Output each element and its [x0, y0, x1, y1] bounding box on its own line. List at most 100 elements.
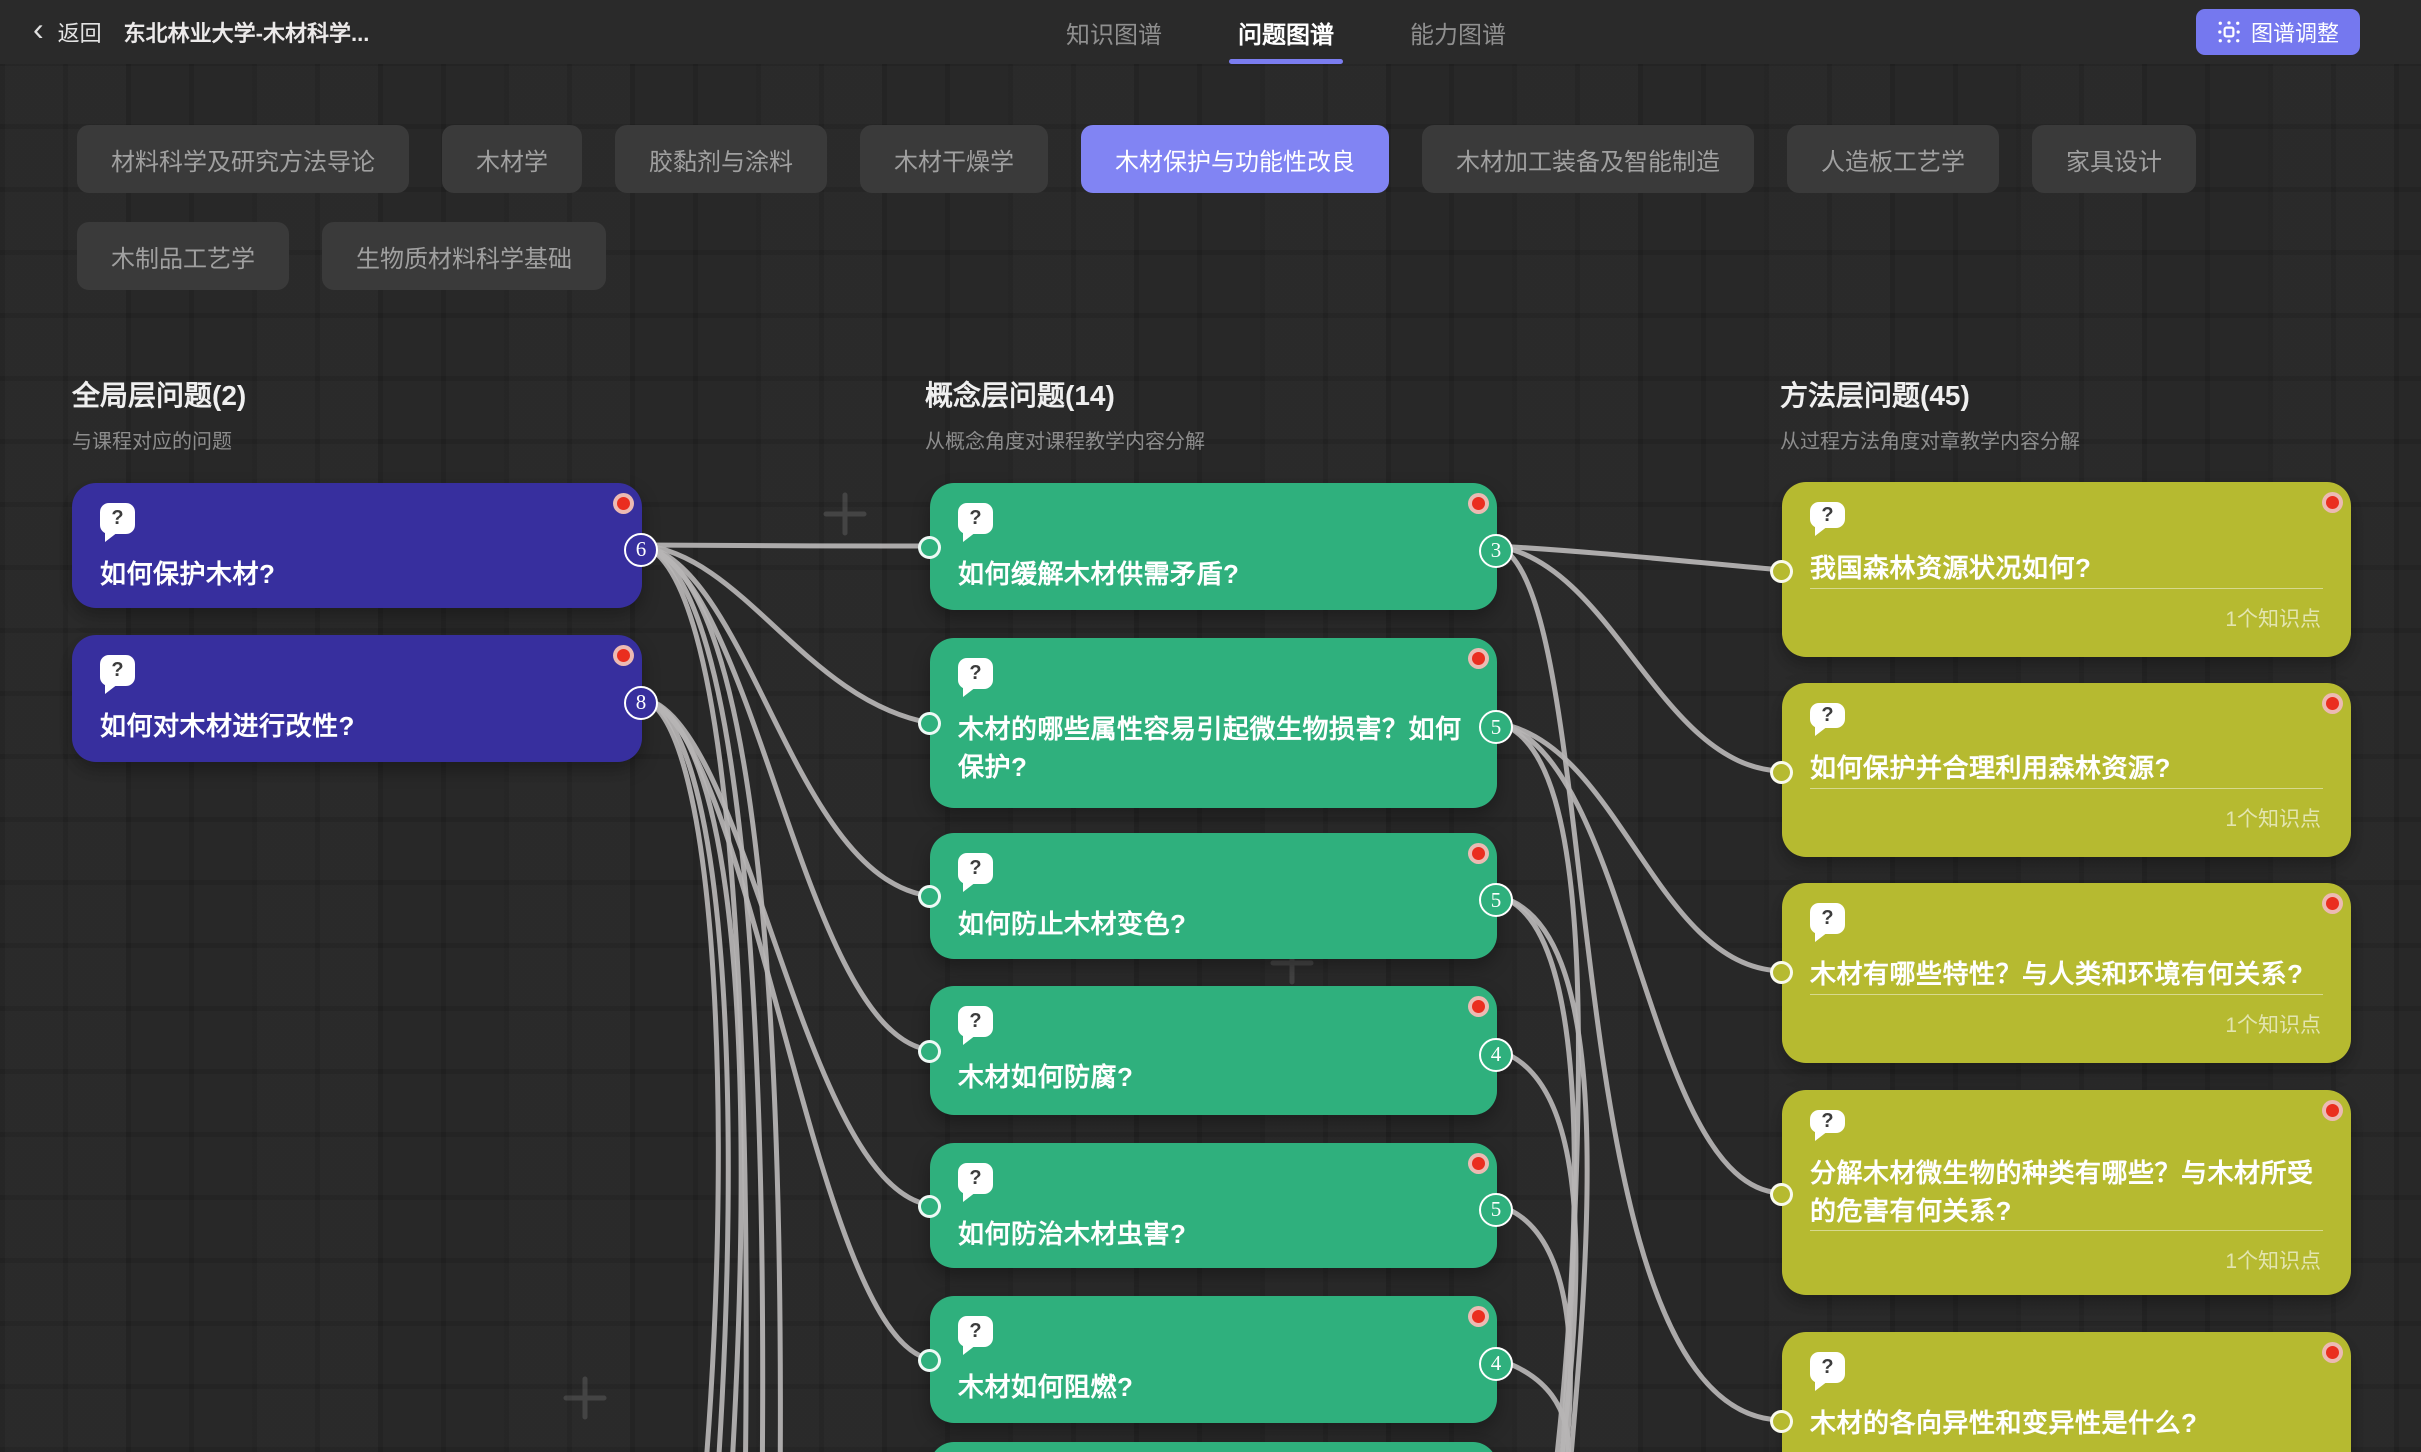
status-dot [2322, 693, 2343, 714]
question-card-method[interactable]: 分解木材微生物的种类有哪些？与木材所受的危害有何关系? 1个知识点 [1782, 1090, 2351, 1295]
adjust-tune-icon [2217, 20, 2241, 44]
question-card-method[interactable]: 木材有哪些特性？与人类和环境有何关系? 1个知识点 [1782, 883, 2351, 1063]
question-bubble-icon [958, 1163, 993, 1194]
column-header-method: 方法层问题(45) 从过程方法角度对章教学内容分解 [1780, 374, 2080, 454]
graph-tabs: 知识图谱 问题图谱 能力图谱 [1066, 0, 1506, 64]
question-graph-page: ‹ 返回 东北林业大学-木材科学... 知识图谱 问题图谱 能力图谱 [0, 0, 2421, 1452]
course-chip[interactable]: 木材干燥学 [860, 125, 1048, 193]
question-bubble-icon [1810, 1352, 1845, 1383]
in-port [918, 885, 941, 908]
back-button[interactable]: ‹ 返回 东北林业大学-木材科学... [33, 0, 369, 64]
status-dot [1468, 1306, 1489, 1327]
course-chip[interactable]: 木材学 [442, 125, 582, 193]
question-card-concept[interactable]: 木材如何阻燃? 4 [930, 1296, 1497, 1423]
count-badge[interactable]: 6 [624, 533, 658, 567]
graph-adjust-button[interactable]: 图谱调整 [2196, 9, 2360, 55]
course-chip-selected[interactable]: 木材保护与功能性改良 [1081, 125, 1389, 193]
question-card-concept[interactable]: 木材如何防腐? 4 [930, 986, 1497, 1115]
in-port [918, 1040, 941, 1063]
status-dot [1468, 1153, 1489, 1174]
question-bubble-icon [958, 853, 993, 884]
in-port [918, 1195, 941, 1218]
column-title: 全局层问题(2) [72, 374, 246, 414]
course-chip-row: 材料科学及研究方法导论 木材学 胶黏剂与涂料 木材干燥学 木材保护与功能性改良 … [77, 125, 2367, 290]
card-title: 我国森林资源状况如何? [1810, 550, 2323, 588]
edges-concept-to-method [1497, 546, 1782, 1452]
column-title: 概念层问题(14) [925, 374, 1205, 414]
status-dot [613, 645, 634, 666]
course-chip[interactable]: 家具设计 [2032, 125, 2196, 193]
knowledge-point-count: 1个知识点 [1810, 995, 2323, 1043]
column-title: 方法层问题(45) [1780, 374, 2080, 414]
course-chip[interactable]: 人造板工艺学 [1787, 125, 1999, 193]
card-title: 木材有哪些特性？与人类和环境有何关系? [1810, 956, 2323, 994]
question-card-method[interactable]: 如何保护并合理利用森林资源? 1个知识点 [1782, 683, 2351, 857]
in-port [1770, 761, 1793, 784]
column-subtitle: 从过程方法角度对章教学内容分解 [1780, 425, 2080, 454]
tab-knowledge-graph[interactable]: 知识图谱 [1066, 0, 1162, 64]
question-card-concept[interactable]: 如何防治木材虫害? 5 [930, 1143, 1497, 1268]
card-title: 木材的哪些属性容易引起微生物损害？如何保护? [958, 711, 1469, 786]
course-chip[interactable]: 胶黏剂与涂料 [615, 125, 827, 193]
active-tab-underline [1229, 59, 1343, 64]
status-dot [613, 493, 634, 514]
question-bubble-icon [1810, 1110, 1845, 1133]
question-card-global[interactable]: 如何对木材进行改性? 8 [72, 635, 642, 762]
column-header-concept: 概念层问题(14) 从概念角度对课程教学内容分解 [925, 374, 1205, 454]
knowledge-point-count: 1个知识点 [1810, 589, 2323, 637]
course-chip[interactable]: 材料科学及研究方法导论 [77, 125, 409, 193]
count-badge[interactable]: 4 [1479, 1038, 1513, 1072]
back-chevron-icon: ‹ [33, 13, 44, 45]
course-chip[interactable]: 木材加工装备及智能制造 [1422, 125, 1754, 193]
in-port [1770, 961, 1793, 984]
course-chip[interactable]: 生物质材料科学基础 [322, 222, 606, 290]
in-port [918, 536, 941, 559]
question-bubble-icon [100, 503, 135, 534]
question-card-concept[interactable]: 如何缓解木材供需矛盾? 3 [930, 483, 1497, 610]
card-title: 如何保护并合理利用森林资源? [1810, 750, 2323, 788]
status-dot [1468, 493, 1489, 514]
question-bubble-icon [958, 658, 993, 689]
question-bubble-icon [958, 503, 993, 534]
count-badge[interactable]: 5 [1479, 883, 1513, 917]
question-card-concept-partial[interactable] [930, 1442, 1497, 1452]
count-badge[interactable]: 3 [1479, 534, 1513, 568]
card-title: 如何保护木材? [100, 556, 614, 594]
in-port [918, 712, 941, 735]
card-title: 木材的各向异性和变异性是什么? [1810, 1405, 2323, 1443]
question-card-method[interactable]: 我国森林资源状况如何? 1个知识点 [1782, 482, 2351, 657]
question-card-method[interactable]: 木材的各向异性和变异性是什么? [1782, 1332, 2351, 1452]
tab-question-graph[interactable]: 问题图谱 [1238, 0, 1334, 64]
tab-label: 能力图谱 [1410, 15, 1506, 50]
status-dot [2322, 1342, 2343, 1363]
question-bubble-icon [1810, 502, 1845, 528]
count-badge[interactable]: 4 [1479, 1347, 1513, 1381]
card-title: 如何对木材进行改性? [100, 708, 614, 746]
status-dot [2322, 1100, 2343, 1121]
course-chip[interactable]: 木制品工艺学 [77, 222, 289, 290]
card-title: 如何防止木材变色? [958, 906, 1469, 944]
count-badge[interactable]: 8 [624, 686, 658, 720]
status-dot [1468, 648, 1489, 669]
knowledge-point-count: 1个知识点 [1810, 789, 2323, 837]
card-title: 分解木材微生物的种类有哪些？与木材所受的危害有何关系? [1810, 1155, 2323, 1230]
question-card-concept[interactable]: 木材的哪些属性容易引起微生物损害？如何保护? 5 [930, 638, 1497, 808]
count-badge[interactable]: 5 [1479, 1193, 1513, 1227]
status-dot [1468, 843, 1489, 864]
top-bar: ‹ 返回 东北林业大学-木材科学... 知识图谱 问题图谱 能力图谱 [0, 0, 2421, 64]
column-subtitle: 从概念角度对课程教学内容分解 [925, 425, 1205, 454]
edges-global-to-concept [642, 545, 930, 1452]
tab-label: 问题图谱 [1238, 15, 1334, 50]
status-dot [2322, 893, 2343, 914]
card-title: 如何缓解木材供需矛盾? [958, 556, 1469, 594]
question-card-concept[interactable]: 如何防止木材变色? 5 [930, 833, 1497, 959]
card-title: 木材如何阻燃? [958, 1369, 1469, 1407]
count-badge[interactable]: 5 [1479, 710, 1513, 744]
column-subtitle: 与课程对应的问题 [72, 425, 246, 454]
question-card-global[interactable]: 如何保护木材? 6 [72, 483, 642, 608]
knowledge-point-count: 1个知识点 [1810, 1231, 2323, 1279]
column-header-global: 全局层问题(2) 与课程对应的问题 [72, 374, 246, 454]
page-title: 东北林业大学-木材科学... [124, 16, 370, 48]
tab-ability-graph[interactable]: 能力图谱 [1410, 0, 1506, 64]
tab-label: 知识图谱 [1066, 15, 1162, 50]
